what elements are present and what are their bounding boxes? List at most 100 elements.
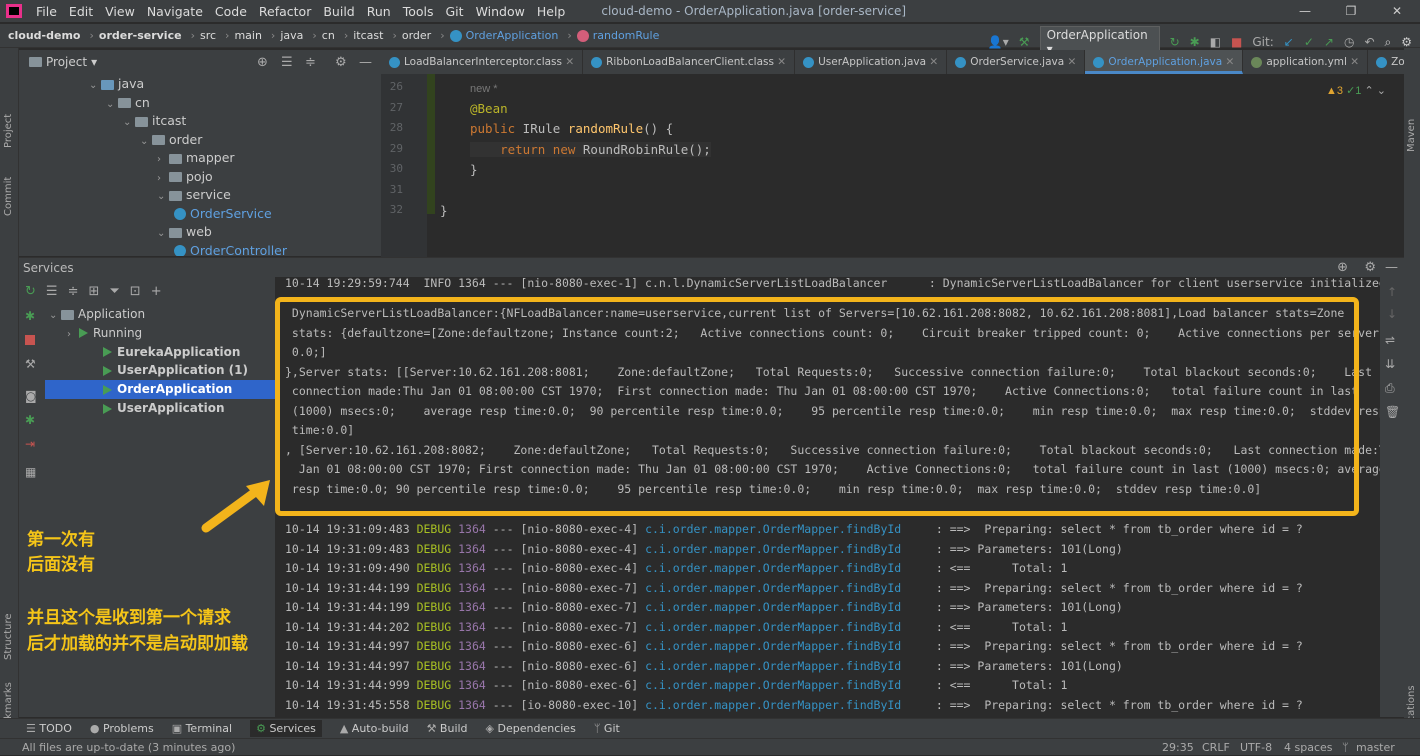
bottom-tab-terminal[interactable]: ▣ Terminal	[172, 722, 232, 735]
service-tree-item[interactable]: › Running	[19, 324, 275, 343]
chevron-right-icon[interactable]: ›	[67, 325, 79, 344]
scroll-down-icon[interactable]: ↓	[1387, 307, 1397, 321]
project-tree-item[interactable]: OrderService	[174, 204, 272, 223]
git-branch[interactable]: master	[1356, 739, 1395, 756]
project-view-select[interactable]: Project	[46, 55, 87, 69]
git-update-icon[interactable]: ↙	[1284, 35, 1294, 49]
menu-edit[interactable]: Edit	[69, 4, 93, 19]
menu-navigate[interactable]: Navigate	[147, 4, 203, 19]
hide-services-icon[interactable]: —	[1385, 260, 1398, 275]
bottom-tab-todo[interactable]: ☰ TODO	[26, 722, 72, 735]
code-editor[interactable]: 26 new * 27 @Bean 28 public IRule randomRule(…	[381, 74, 1400, 258]
menu-file[interactable]: File	[36, 4, 57, 19]
panel-settings-icon[interactable]: ⚙	[335, 55, 347, 70]
project-tree-item[interactable]: › mapper	[157, 148, 235, 167]
menu-git[interactable]: Git	[446, 4, 464, 19]
service-tree-item[interactable]: ⌄ Application	[19, 305, 275, 324]
editor-tab[interactable]: OrderService.java ✕	[947, 50, 1086, 74]
maven-tool-button[interactable]: Maven	[1406, 119, 1417, 152]
chevron-down-icon[interactable]: ⌄	[157, 187, 169, 206]
scroll-to-end-icon[interactable]: ⇊	[1385, 357, 1395, 371]
project-tree-item[interactable]: ⌄ web	[157, 222, 212, 241]
soft-wrap-icon[interactable]: ⇌	[1385, 333, 1395, 347]
inspection-widget[interactable]: ▲3 ✓1 ⌃ ⌄	[1326, 84, 1386, 97]
chevron-down-icon[interactable]: ⌄	[123, 113, 135, 132]
chevron-down-icon[interactable]: ⌄	[89, 76, 101, 95]
debug-icon[interactable]: ✱	[1190, 35, 1200, 49]
breadcrumb-java[interactable]: java	[280, 29, 303, 42]
breadcrumb-cloud-demo[interactable]: cloud-demo	[8, 29, 80, 42]
bottom-tab-git[interactable]: ᛘ Git	[594, 722, 620, 735]
menu-build[interactable]: Build	[323, 4, 354, 19]
user-icon[interactable]: 👤▾	[988, 35, 1009, 49]
close-tab-icon[interactable]: ✕	[1347, 56, 1359, 68]
chevron-down-icon[interactable]: ⌄	[49, 306, 61, 325]
file-encoding[interactable]: UTF-8	[1240, 739, 1272, 756]
menu-window[interactable]: Window	[476, 4, 525, 19]
clear-console-icon[interactable]: 🗑	[1385, 405, 1400, 419]
project-tree-item[interactable]: ⌄ cn	[106, 93, 150, 112]
line-separator[interactable]: CRLF	[1202, 739, 1230, 756]
chevron-down-icon[interactable]: ⌄	[157, 224, 169, 243]
menu-help[interactable]: Help	[537, 4, 566, 19]
breadcrumb-randomrule[interactable]: randomRule	[593, 29, 660, 42]
project-tree-item[interactable]: ⌄ service	[157, 185, 231, 204]
scroll-up-icon[interactable]: ↑	[1387, 285, 1397, 299]
collapse-all-icon[interactable]: ≑	[305, 55, 316, 70]
project-tree-item[interactable]: › pojo	[157, 167, 213, 186]
settings-icon[interactable]: ⚙	[1401, 35, 1412, 49]
service-tree-item[interactable]: UserApplication	[45, 399, 275, 418]
breadcrumb-main[interactable]: main	[234, 29, 261, 42]
breadcrumb-cn[interactable]: cn	[322, 29, 335, 42]
group-icon[interactable]: ⊞	[88, 284, 99, 299]
project-tree-item[interactable]: OrderController	[174, 241, 287, 256]
minimize-button[interactable]: —	[1282, 0, 1328, 22]
refresh-icon[interactable]: ↻	[25, 284, 36, 299]
service-tree-item[interactable]: OrderApplication	[45, 380, 275, 400]
expand-all-icon[interactable]: ☰	[281, 55, 293, 70]
editor-tab[interactable]: OrderApplication.java ✕	[1085, 50, 1244, 74]
exit-icon[interactable]: ⇥	[25, 437, 37, 451]
camera-icon[interactable]: ◙	[25, 389, 37, 403]
close-tab-icon[interactable]: ✕	[562, 56, 574, 68]
breadcrumb-orderapplication[interactable]: OrderApplication	[466, 29, 559, 42]
project-tool-button[interactable]: Project	[3, 114, 14, 148]
bottom-tab-auto-build[interactable]: ▲ Auto-build	[340, 722, 409, 735]
chevron-down-icon[interactable]: ⌄	[106, 95, 118, 114]
add-icon[interactable]: +	[151, 284, 162, 299]
menu-tools[interactable]: Tools	[403, 4, 434, 19]
wrench-icon[interactable]: ⚒	[25, 357, 37, 371]
add-service-icon[interactable]: ⊕	[1337, 260, 1348, 275]
coverage-icon[interactable]: ◧	[1210, 35, 1221, 49]
collapse-icon[interactable]: ≑	[68, 284, 79, 299]
git-push-icon[interactable]: ↗	[1324, 35, 1334, 49]
breadcrumb-src[interactable]: src	[200, 29, 216, 42]
close-tab-icon[interactable]: ✕	[1064, 56, 1077, 68]
breadcrumb-order-service[interactable]: order-service	[99, 29, 182, 42]
editor-tab[interactable]: RibbonLoadBalancerClient.class ✕	[583, 50, 796, 74]
menu-refactor[interactable]: Refactor	[259, 4, 311, 19]
caret-position[interactable]: 29:35	[1162, 739, 1194, 756]
rerun-icon[interactable]: ↻	[1170, 35, 1180, 49]
bottom-tab-dependencies[interactable]: ◈ Dependencies	[486, 722, 576, 735]
rollback-icon[interactable]: ↶	[1364, 35, 1374, 49]
search-icon[interactable]: ⌕	[1385, 35, 1392, 50]
project-tree-item[interactable]: ⌄ itcast	[123, 111, 186, 130]
close-tab-icon[interactable]: ✕	[926, 56, 938, 68]
print-icon[interactable]: ⎙	[1385, 381, 1395, 396]
bottom-tab-problems[interactable]: ● Problems	[90, 722, 154, 735]
history-icon[interactable]: ◷	[1344, 35, 1354, 49]
editor-tab[interactable]: UserApplication.java ✕	[795, 50, 948, 74]
hide-panel-icon[interactable]: —	[359, 55, 372, 70]
service-tree-item[interactable]: EurekaApplication	[45, 343, 275, 362]
filter-icon[interactable]: ⏷	[109, 284, 119, 299]
close-tab-icon[interactable]: ✕	[774, 56, 786, 68]
commit-tool-button[interactable]: Commit	[3, 177, 14, 216]
project-tree-item[interactable]: ⌄ java	[89, 74, 144, 93]
project-tree-item[interactable]: ⌄ order	[140, 130, 202, 149]
breadcrumb-order[interactable]: order	[402, 29, 431, 42]
layout-icon[interactable]: ▦	[25, 465, 37, 479]
bottom-tab-services[interactable]: ⚙ Services	[250, 720, 322, 737]
close-button[interactable]: ✕	[1374, 0, 1420, 22]
chevron-down-icon[interactable]: ⌄	[140, 132, 152, 151]
